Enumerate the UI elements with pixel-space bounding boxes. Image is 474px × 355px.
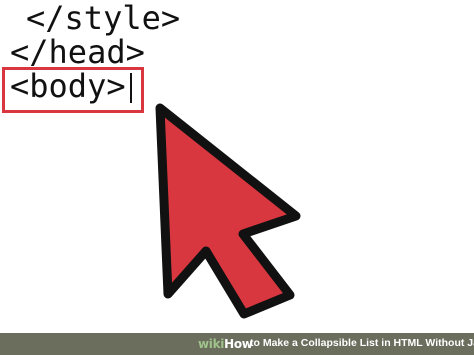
text-editor[interactable]: </style> </head> <body> xyxy=(0,0,474,333)
mouse-pointer-arrow-icon xyxy=(155,103,301,319)
watermark-bar: wikiHow to Make a Collapsible List in HT… xyxy=(0,333,474,355)
wikihow-logo: wikiHow xyxy=(198,337,253,351)
logo-how-text: How xyxy=(224,337,253,351)
logo-wiki-text: wiki xyxy=(198,337,225,351)
watermark-title: to Make a Collapsible List in HTML Witho… xyxy=(250,337,474,349)
